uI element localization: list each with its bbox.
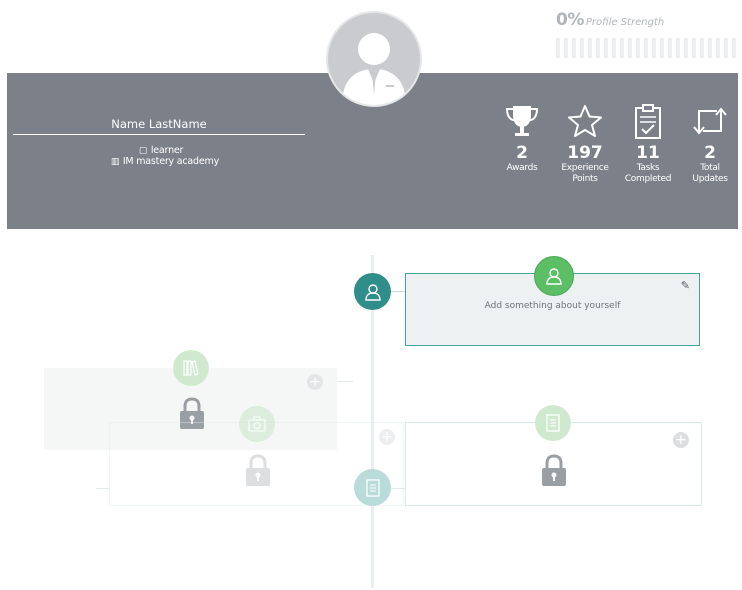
add-icon[interactable]: + [673,432,689,448]
stat-label: Awards [506,163,538,173]
user-icon [364,283,381,301]
add-icon[interactable]: + [307,374,323,390]
briefcase-icon: ▢ [138,146,148,156]
repost-icon [693,107,727,135]
stat-value: 2 [516,143,528,163]
timeline-user-node[interactable] [354,273,391,310]
about-badge [534,256,574,296]
stat-value: 11 [636,143,660,163]
profile-strength-label: Profile Strength [585,17,665,28]
timeline-document-spine-node [354,469,391,506]
stat-label-2: Points [572,174,598,184]
star-icon [568,105,602,137]
stat-total-updates[interactable]: 2 Total Updates [679,103,741,185]
timeline-camera-node [239,406,275,442]
user-meta: ▢ learner ▥ IM mastery academy [110,145,219,167]
stat-label: Experience [561,163,609,173]
stat-label-2: Completed [624,174,672,184]
document-icon [365,478,380,497]
profile-strength: 0% Profile Strength [556,10,738,58]
document-icon [546,414,560,432]
building-icon: ▥ [110,157,120,167]
user-icon [546,268,562,285]
trophy-icon [505,106,539,136]
timeline-books-node [173,350,209,386]
profile-strength-percent: 0% [556,10,584,30]
user-role: learner [150,145,184,156]
stat-awards[interactable]: 2 Awards [491,103,553,174]
lock-icon [542,454,566,486]
camera-icon [248,416,266,432]
connector-line [96,488,110,489]
lock-icon [246,454,270,486]
stat-value: 2 [704,143,716,163]
stat-label-2: Updates [692,174,728,184]
stat-tasks-completed[interactable]: 11 Tasks Completed [617,103,679,185]
timeline-document-node [535,405,571,441]
pencil-icon[interactable]: ✎ [681,279,690,292]
name-divider [13,134,305,135]
stat-label: Tasks [636,163,660,173]
clipboard-check-icon [635,104,661,139]
stat-experience-points[interactable]: 197 Experience Points [554,103,616,185]
connector-line [337,381,353,382]
connector-line [390,291,405,292]
profile-avatar[interactable] [326,11,422,107]
profile-strength-bar [556,38,738,58]
about-placeholder: Add something about yourself [484,301,621,311]
stat-value: 197 [567,143,603,163]
stat-label: Total [700,163,720,173]
user-name: Name LastName [111,117,207,131]
books-icon [183,360,199,376]
user-silhouette-icon [342,33,406,105]
user-organization: IM mastery academy [122,156,220,167]
add-icon[interactable]: + [379,429,395,445]
